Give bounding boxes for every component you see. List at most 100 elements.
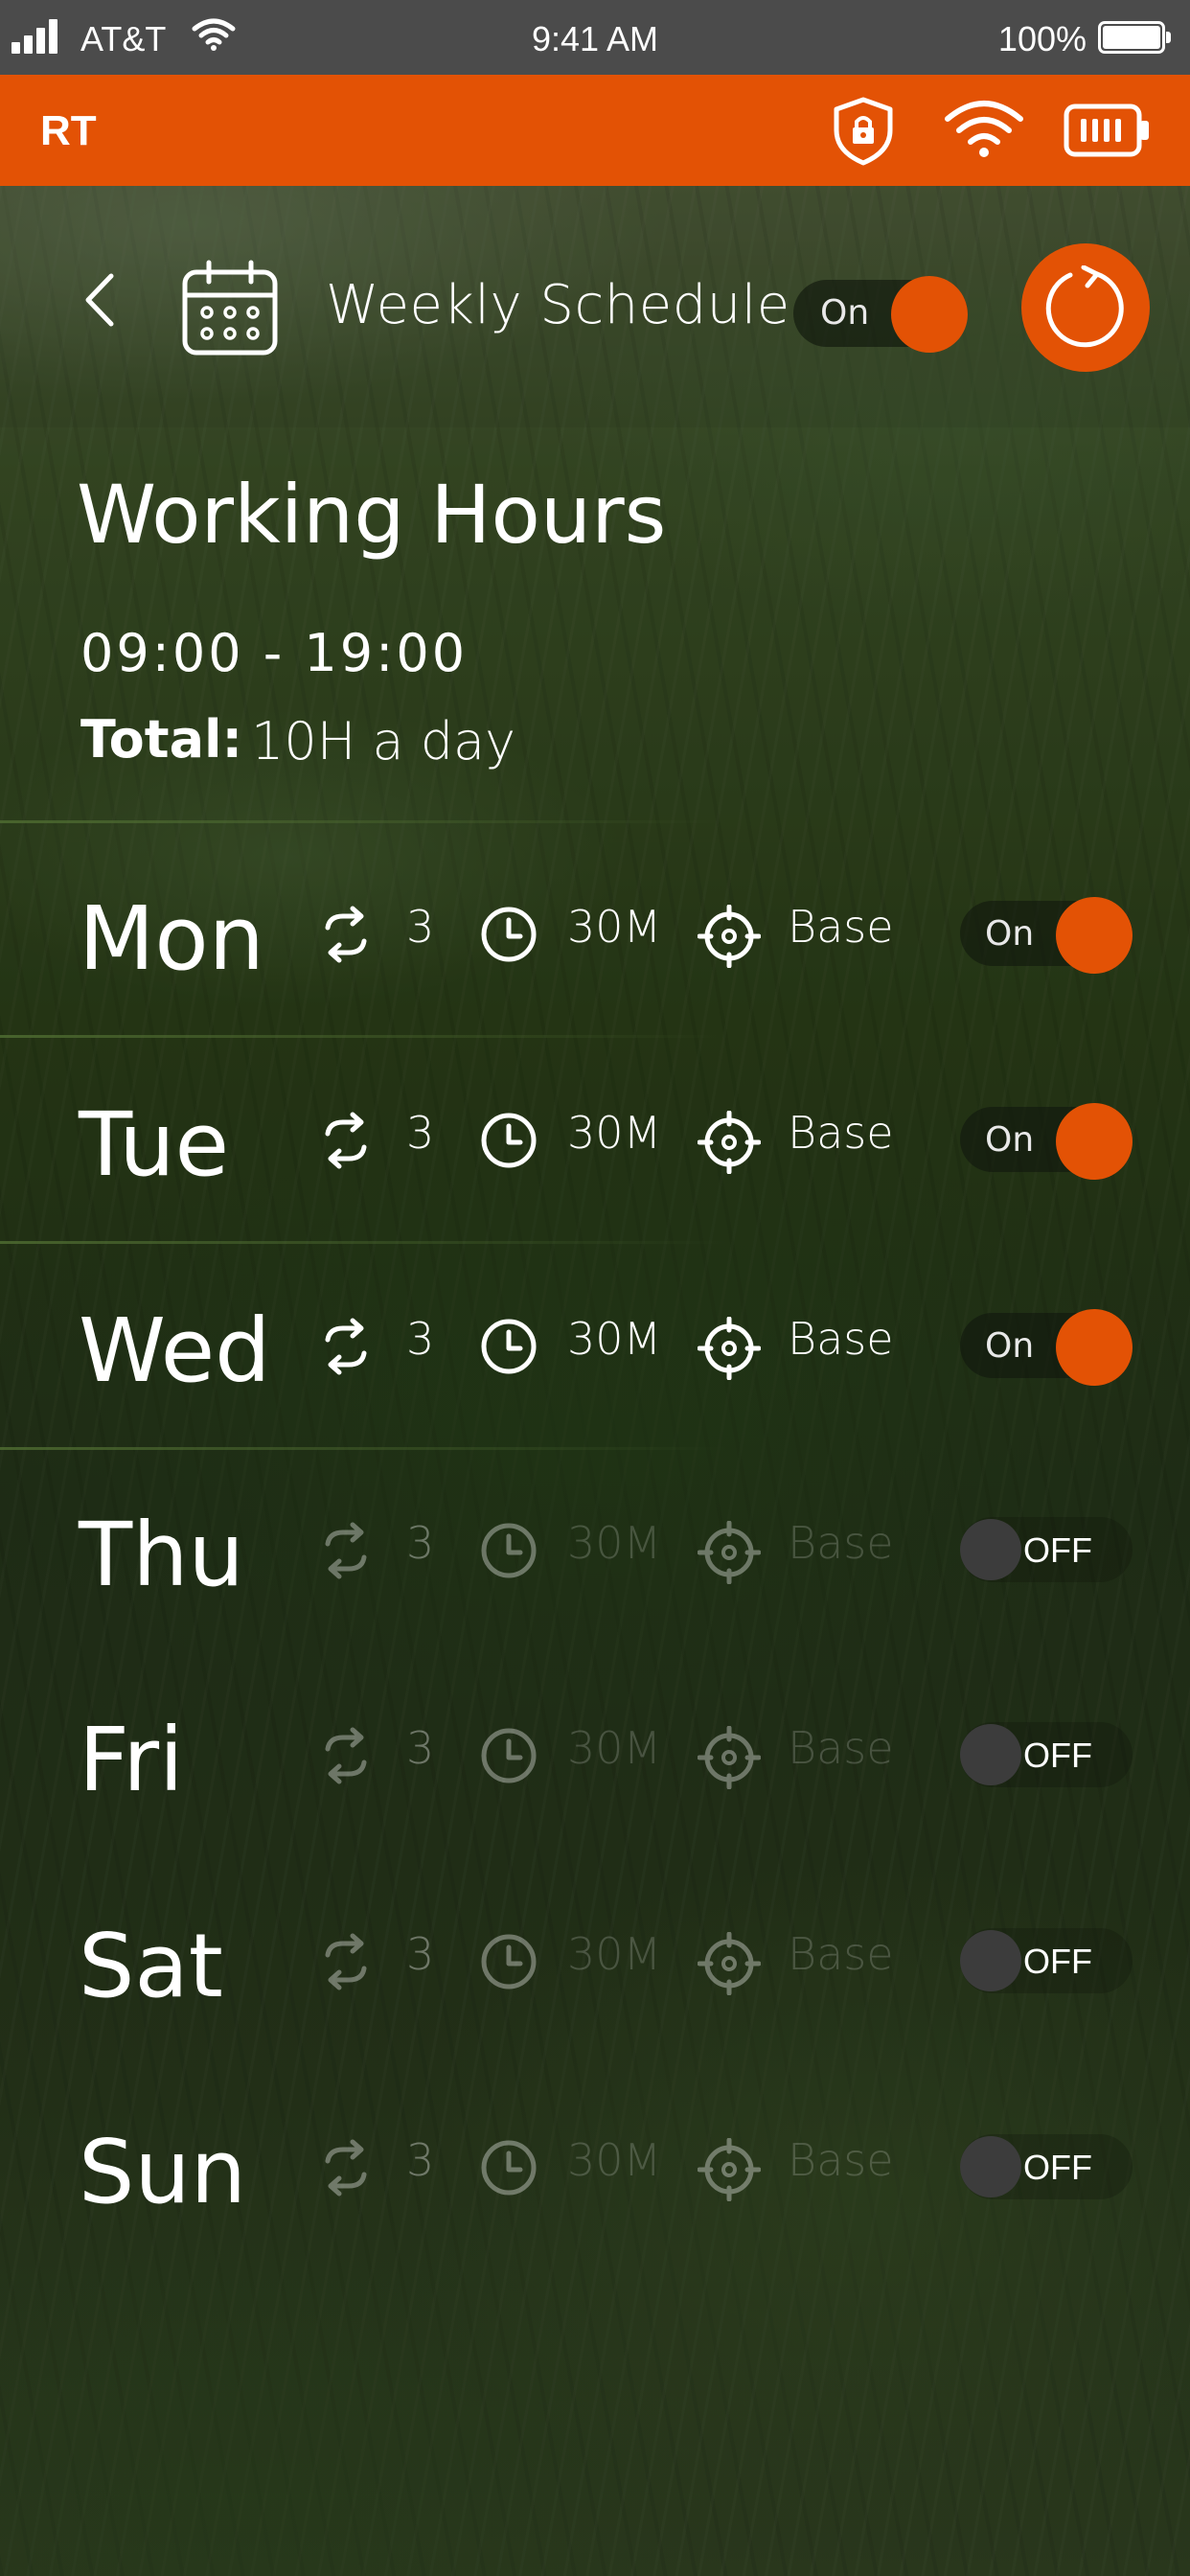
day-toggle-label: On	[985, 914, 1035, 954]
target-icon	[697, 1110, 762, 1178]
day-toggle-knob	[1056, 1309, 1133, 1386]
app-name: RT	[40, 107, 97, 154]
repeat-value: 3	[406, 1107, 435, 1159]
repeat-icon	[316, 1521, 376, 1584]
location-value: Base	[788, 1517, 894, 1569]
shield-lock-icon[interactable]	[830, 96, 897, 171]
location-value: Base	[788, 1928, 894, 1980]
battery-status-icon	[1098, 21, 1171, 54]
day-name: Fri	[79, 1709, 184, 1811]
location-value: Base	[788, 2134, 894, 2186]
clock-icon	[479, 1932, 538, 1995]
location-value: Base	[788, 1313, 894, 1365]
schedule-toggle-knob	[891, 276, 968, 353]
day-toggle-label: On	[985, 1326, 1035, 1366]
clock-icon	[479, 1521, 538, 1584]
day-toggle-label: OFF	[1023, 1736, 1092, 1775]
target-icon	[697, 1316, 762, 1384]
day-toggle-label: OFF	[1023, 1530, 1092, 1570]
repeat-value: 3	[406, 1517, 435, 1569]
toggle-fri[interactable]: OFF	[960, 1722, 1133, 1787]
toggle-sun[interactable]: OFF	[960, 2134, 1133, 2199]
back-button[interactable]	[77, 266, 125, 334]
day-name: Sun	[79, 2121, 247, 2223]
day-toggle-knob	[1056, 897, 1133, 974]
wifi-icon[interactable]	[943, 98, 1025, 165]
day-name: Thu	[79, 1504, 244, 1606]
day-toggle-knob	[1056, 1103, 1133, 1180]
repeat-value: 3	[406, 1928, 435, 1980]
day-row-tue: Tue 3 30M Base On	[0, 1038, 1190, 1243]
repeat-icon	[316, 1726, 376, 1789]
duration-value: 30M	[567, 901, 662, 953]
day-name: Mon	[79, 887, 264, 990]
status-bar: AT&T 9:41 AM 100%	[0, 0, 1190, 75]
clock-icon	[479, 905, 538, 968]
clock-icon	[479, 1726, 538, 1789]
repeat-value: 3	[406, 1722, 435, 1774]
day-row-thu: Thu 3 30M Base OFF	[0, 1448, 1190, 1653]
toggle-mon[interactable]: On	[960, 897, 1133, 974]
repeat-icon	[316, 905, 376, 968]
repeat-value: 3	[406, 1313, 435, 1365]
working-hours-title: Working Hours	[77, 468, 667, 562]
working-hours-range: 09:00 - 19:00	[80, 623, 469, 683]
day-row-wed: Wed 3 30M Base On	[0, 1244, 1190, 1449]
day-toggle-knob	[960, 1519, 1021, 1580]
target-icon	[697, 1725, 762, 1793]
battery-icon[interactable]	[1064, 104, 1152, 161]
toggle-sat[interactable]: OFF	[960, 1928, 1133, 1993]
day-name: Wed	[79, 1300, 271, 1402]
day-toggle-knob	[960, 1930, 1021, 1991]
total-label: Total:	[80, 709, 243, 770]
day-row-sat: Sat 3 30M Base OFF	[0, 1859, 1190, 2064]
day-toggle-knob	[960, 2136, 1021, 2197]
target-icon	[697, 1520, 762, 1588]
repeat-value: 3	[406, 2134, 435, 2186]
divider	[0, 820, 728, 823]
target-icon	[697, 904, 762, 972]
repeat-icon	[316, 1932, 376, 1995]
total-value: 10H a day	[251, 711, 516, 771]
day-row-fri: Fri 3 30M Base OFF	[0, 1653, 1190, 1858]
target-icon	[697, 1931, 762, 1999]
schedule-toolbar: Weekly Schedule On	[0, 186, 1190, 427]
duration-value: 30M	[567, 1928, 662, 1980]
battery-percent: 100%	[997, 19, 1087, 58]
schedule-toggle-label: On	[820, 293, 870, 333]
page-title: Weekly Schedule	[326, 274, 790, 336]
location-value: Base	[788, 901, 894, 953]
duration-value: 30M	[567, 1517, 662, 1569]
clock-icon	[479, 1317, 538, 1380]
day-toggle-label: OFF	[1023, 1942, 1092, 1981]
duration-value: 30M	[567, 1722, 662, 1774]
repeat-value: 3	[406, 901, 435, 953]
repeat-icon	[316, 2138, 376, 2201]
calendar-icon	[180, 259, 280, 362]
repeat-icon	[316, 1317, 376, 1380]
app-header: RT	[0, 75, 1190, 186]
day-toggle-label: OFF	[1023, 2148, 1092, 2187]
clock-icon	[479, 2138, 538, 2201]
refresh-icon	[1045, 265, 1124, 348]
location-value: Base	[788, 1107, 894, 1159]
repeat-icon	[316, 1111, 376, 1174]
day-name: Sat	[79, 1915, 223, 2017]
day-toggle-label: On	[985, 1120, 1035, 1160]
toggle-tue[interactable]: On	[960, 1103, 1133, 1180]
duration-value: 30M	[567, 1313, 662, 1365]
target-icon	[697, 2137, 762, 2205]
day-toggle-knob	[960, 1724, 1021, 1785]
schedule-toggle[interactable]: On	[793, 276, 968, 353]
day-name: Tue	[79, 1093, 230, 1196]
toggle-wed[interactable]: On	[960, 1309, 1133, 1386]
day-row-sun: Sun 3 30M Base OFF	[0, 2065, 1190, 2270]
refresh-button[interactable]	[1021, 243, 1150, 372]
toggle-thu[interactable]: OFF	[960, 1517, 1133, 1582]
location-value: Base	[788, 1722, 894, 1774]
chevron-left-icon	[85, 273, 114, 327]
duration-value: 30M	[567, 1107, 662, 1159]
duration-value: 30M	[567, 2134, 662, 2186]
day-row-mon: Mon 3 30M Base On	[0, 832, 1190, 1037]
working-hours-card: Working Hours 09:00 - 19:00 Total: 10H a…	[0, 427, 1190, 822]
